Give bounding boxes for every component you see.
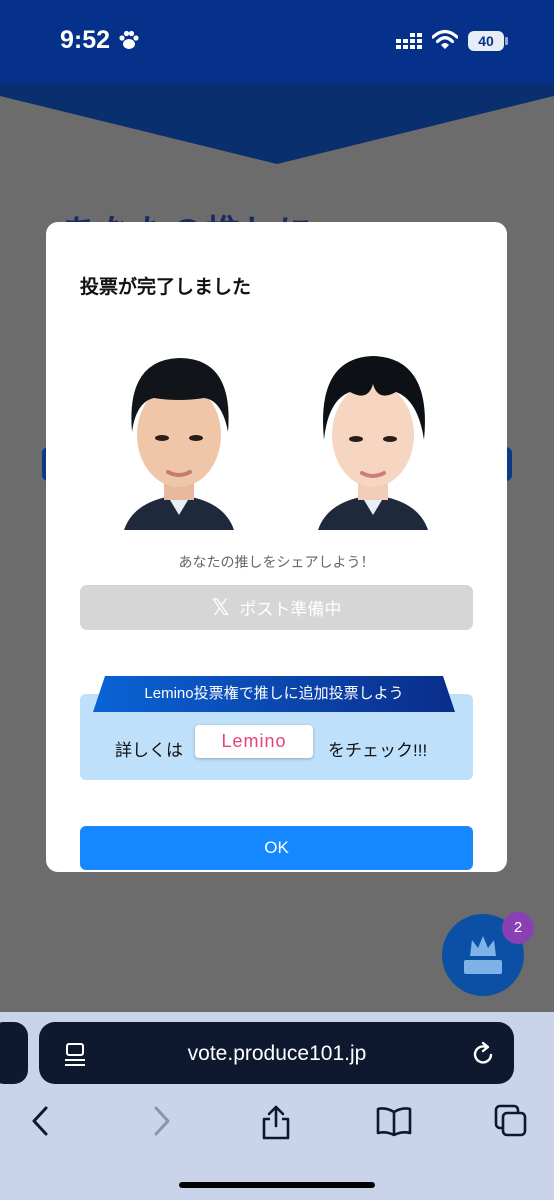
- vote-complete-modal: 投票が完了しました あなたの推しをシェアしよう！ 𝕏 ポスト準備中 Lemino…: [46, 222, 507, 872]
- trainee-portrait-right: [318, 356, 428, 530]
- modal-title: 投票が完了しました: [80, 277, 252, 298]
- promo-ribbon-text: Lemino投票権で推しに追加投票しよう: [144, 685, 404, 702]
- promo-text-after: をチェック!!!: [328, 741, 428, 760]
- lemino-link-button[interactable]: Lemino: [195, 725, 313, 758]
- post-to-x-button[interactable]: 𝕏 ポスト準備中: [80, 585, 473, 630]
- forward-icon[interactable]: [148, 1104, 174, 1138]
- x-logo-icon: 𝕏: [211, 594, 230, 620]
- share-prompt: あなたの推しをシェアしよう！: [178, 554, 375, 570]
- status-bar: 9:52 40: [0, 0, 554, 84]
- ok-button[interactable]: OK: [80, 826, 473, 870]
- tabs-icon[interactable]: [494, 1104, 528, 1138]
- post-button-label: ポスト準備中: [239, 600, 342, 619]
- paw-icon: [119, 30, 139, 49]
- battery-nub: [505, 37, 508, 45]
- promo-text-before: 詳しくは: [115, 741, 183, 760]
- vote-count-badge: 2: [502, 912, 534, 944]
- back-icon[interactable]: [28, 1104, 54, 1138]
- wifi-icon: [432, 29, 458, 49]
- battery-indicator: 40: [468, 31, 504, 51]
- reload-icon[interactable]: [470, 1041, 496, 1067]
- status-time: 9:52: [60, 26, 111, 54]
- trainee-portrait-left: [124, 358, 234, 530]
- share-icon[interactable]: [260, 1104, 292, 1140]
- bookmarks-icon[interactable]: [376, 1104, 412, 1138]
- cellular-signal-icon: [396, 33, 422, 49]
- header-chevron: [0, 84, 554, 164]
- home-indicator: [179, 1182, 375, 1188]
